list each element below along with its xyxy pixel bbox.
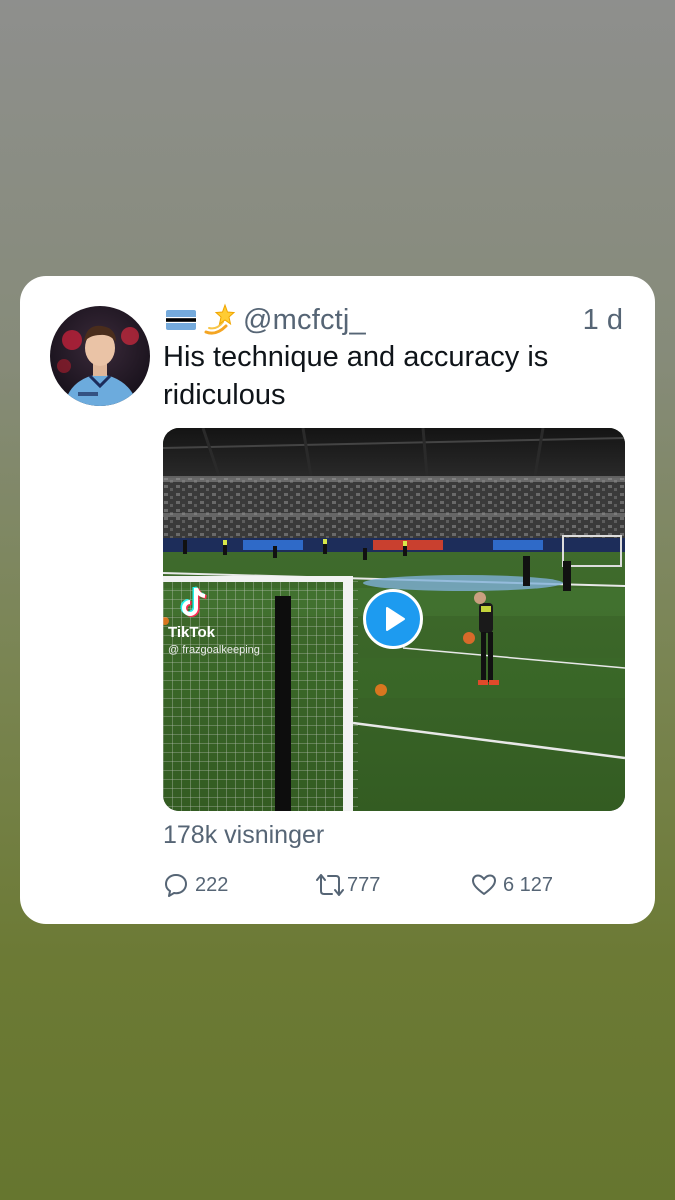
tweet-text: His technique and accuracy is ridiculous	[163, 341, 549, 411]
tiktok-wordmark: TikTok	[168, 624, 215, 641]
comment-icon	[165, 874, 187, 897]
like-count: 6 127	[503, 873, 554, 896]
play-button[interactable]	[363, 589, 423, 649]
view-count: 178k visninger	[163, 821, 325, 849]
play-icon	[386, 607, 405, 631]
tweet-timestamp[interactable]: 1 d	[583, 304, 623, 337]
retweet-icon	[316, 874, 344, 896]
tweet-card[interactable]: @mcfctj_ 1 d His technique and accuracy …	[20, 276, 655, 924]
video-player[interactable]: TikTok @ frazgoalkeeping	[163, 428, 625, 811]
user-handle[interactable]: @mcfctj_	[243, 304, 366, 337]
botswana-flag-icon	[166, 310, 196, 330]
heart-icon	[472, 874, 496, 895]
reply-count: 222	[195, 873, 229, 896]
tweet-actions: 222 777 6 127	[163, 870, 603, 900]
like-button[interactable]: 6 127	[471, 870, 553, 900]
avatar[interactable]	[50, 306, 150, 406]
tweet-header: @mcfctj_ 1 d	[164, 302, 623, 338]
tiktok-username: @ frazgoalkeeping	[168, 644, 260, 656]
retweet-count: 777	[347, 873, 381, 896]
retweet-button[interactable]: 777	[315, 870, 380, 900]
reply-button[interactable]: 222	[163, 870, 228, 900]
dizzy-star-icon	[200, 302, 236, 338]
tiktok-logo-icon	[179, 586, 209, 620]
